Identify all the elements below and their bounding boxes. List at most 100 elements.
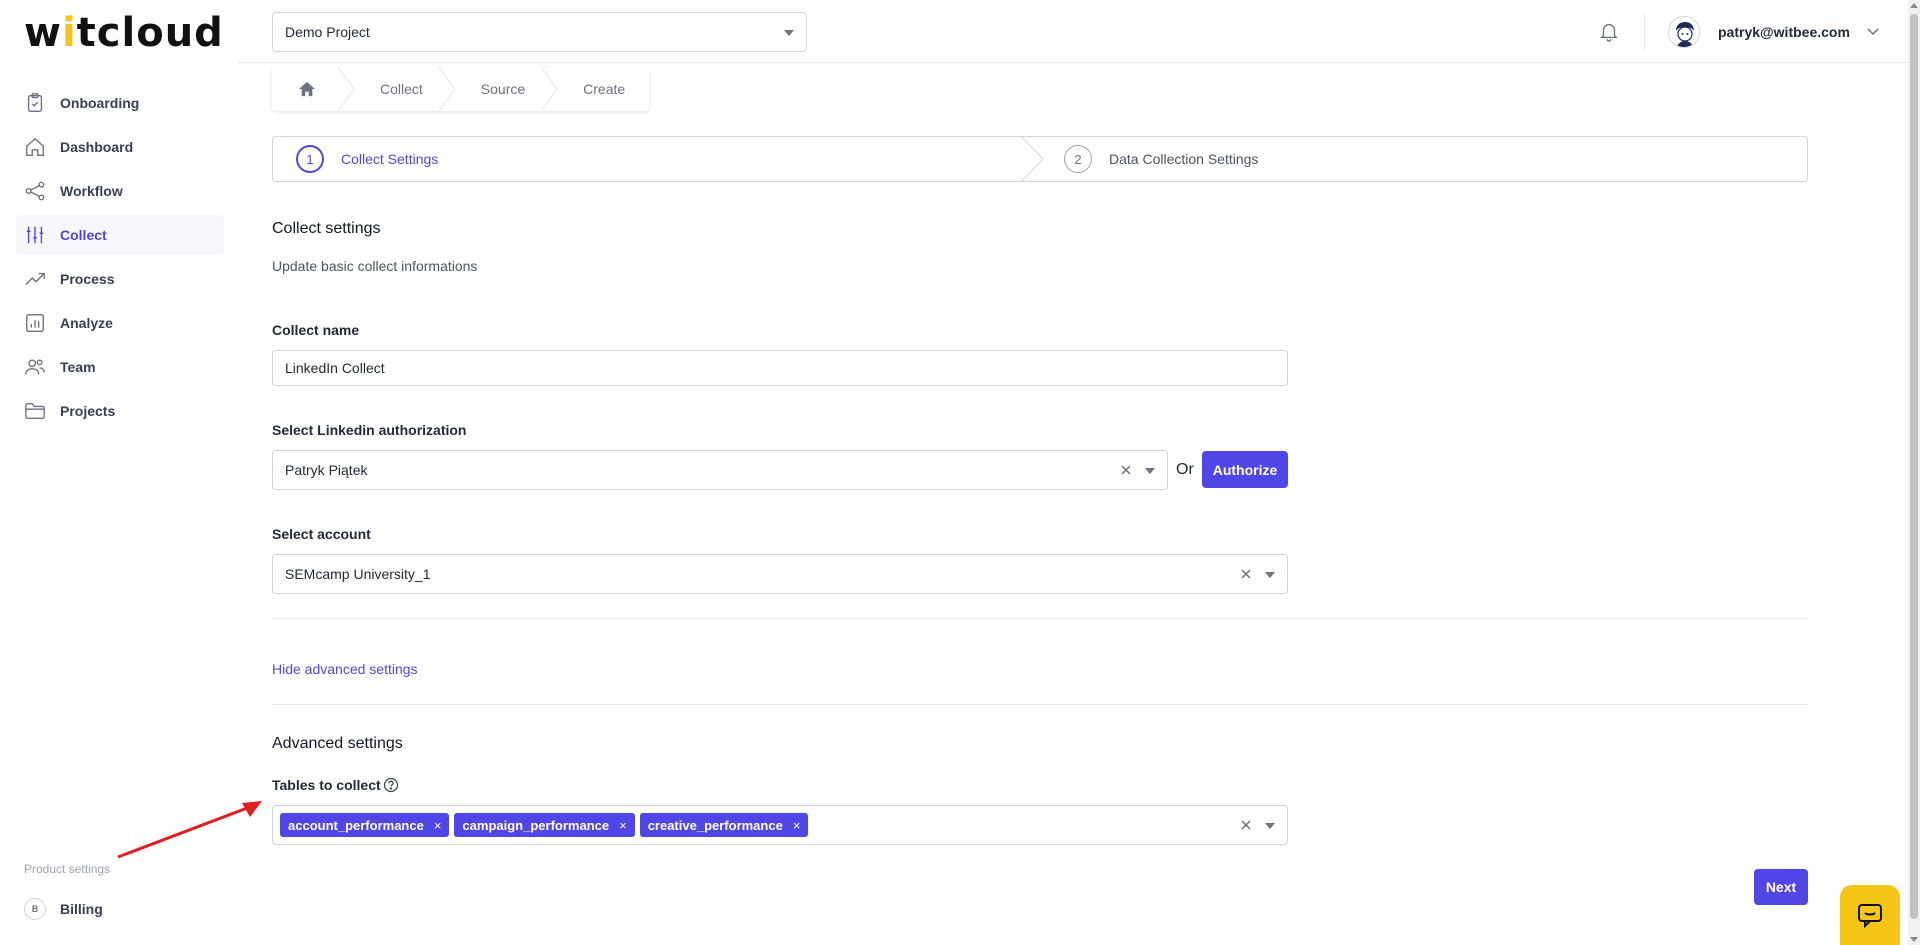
selected-tags: account_performance × campaign_performanc… bbox=[280, 813, 813, 837]
step-label: Collect Settings bbox=[341, 151, 439, 167]
tables-to-collect-label: Tables to collect bbox=[272, 777, 381, 793]
sidebar-nav: Onboarding Dashboard Workflow Collect Pr… bbox=[16, 83, 224, 435]
authorization-select-value: Patryk Piątek bbox=[285, 462, 368, 478]
product-settings-heading: Product settings bbox=[24, 862, 111, 876]
tag-remove-icon[interactable]: × bbox=[619, 818, 627, 833]
breadcrumb-source[interactable]: Source bbox=[447, 67, 558, 111]
sidebar-item-label: Workflow bbox=[60, 183, 123, 199]
caret-down-icon[interactable] bbox=[1265, 572, 1275, 578]
folder-icon bbox=[25, 402, 45, 420]
bar-chart-icon bbox=[26, 314, 44, 332]
stepper: 1 Collect Settings 2 Data Collection Set… bbox=[272, 136, 1808, 182]
sidebar-item-label: Dashboard bbox=[60, 139, 134, 155]
collect-name-input[interactable] bbox=[272, 350, 1288, 386]
account-select-value: SEMcamp University_1 bbox=[285, 566, 431, 582]
breadcrumb: Collect Source Create bbox=[272, 67, 650, 111]
sidebar-item-dashboard[interactable]: Dashboard bbox=[16, 127, 224, 167]
users-icon bbox=[25, 359, 45, 375]
project-select-value: Demo Project bbox=[285, 24, 370, 40]
sidebar-item-workflow[interactable]: Workflow bbox=[16, 171, 224, 211]
sidebar-item-label: Collect bbox=[60, 227, 107, 243]
step-label: Data Collection Settings bbox=[1109, 151, 1259, 167]
chat-icon bbox=[1858, 904, 1882, 929]
sidebar-item-label: Team bbox=[60, 359, 96, 375]
user-email[interactable]: patryk@witbee.com bbox=[1718, 24, 1850, 40]
scrollbar-thumb[interactable] bbox=[1910, 14, 1918, 919]
step-number: 1 bbox=[296, 145, 324, 173]
chat-widget-button[interactable] bbox=[1840, 885, 1900, 945]
next-button[interactable]: Next bbox=[1754, 869, 1808, 905]
bell-icon[interactable] bbox=[1598, 20, 1620, 42]
step-collect-settings[interactable]: 1 Collect Settings bbox=[296, 137, 438, 181]
breadcrumb-create[interactable]: Create bbox=[549, 67, 649, 111]
page-scrollbar[interactable] bbox=[1908, 0, 1920, 945]
tag-label: creative_performance bbox=[647, 817, 783, 833]
home-icon bbox=[299, 81, 315, 97]
tag-campaign-performance: campaign_performance × bbox=[454, 813, 635, 837]
sidebar-item-label: Analyze bbox=[60, 315, 113, 331]
sidebar-item-onboarding[interactable]: Onboarding bbox=[16, 83, 224, 123]
advanced-settings-title: Advanced settings bbox=[272, 735, 403, 752]
collect-name-label: Collect name bbox=[272, 322, 360, 338]
tag-remove-icon[interactable]: × bbox=[434, 818, 442, 833]
hide-advanced-settings-link[interactable]: Hide advanced settings bbox=[272, 661, 418, 677]
project-select[interactable]: Demo Project bbox=[272, 12, 807, 52]
section-divider bbox=[272, 618, 1808, 619]
sidebar-item-projects[interactable]: Projects bbox=[16, 391, 224, 431]
or-text: Or bbox=[1176, 461, 1194, 478]
trend-up-icon bbox=[25, 272, 45, 285]
chevron-down-icon[interactable] bbox=[1866, 24, 1880, 38]
sidebar-item-billing[interactable]: B Billing bbox=[24, 898, 103, 920]
tag-creative-performance: creative_performance × bbox=[639, 813, 809, 837]
tables-multiselect[interactable]: account_performance × campaign_performanc… bbox=[272, 805, 1288, 845]
sidebar-item-process[interactable]: Process bbox=[16, 259, 224, 299]
section-divider bbox=[272, 704, 1808, 705]
sidebar-item-label: Projects bbox=[60, 403, 116, 419]
clear-icon[interactable] bbox=[1119, 463, 1133, 477]
step-number: 2 bbox=[1064, 145, 1092, 173]
collect-settings-title: Collect settings bbox=[272, 220, 381, 237]
share-nodes-icon bbox=[25, 181, 45, 201]
breadcrumb-label: Source bbox=[480, 81, 526, 97]
sidebar-item-label: Onboarding bbox=[60, 95, 140, 111]
step-data-collection-settings[interactable]: 2 Data Collection Settings bbox=[1064, 137, 1258, 181]
caret-down-icon bbox=[784, 30, 794, 36]
collect-settings-description: Update basic collect informations bbox=[272, 258, 478, 274]
tag-remove-icon[interactable]: × bbox=[793, 818, 801, 833]
caret-down-icon[interactable] bbox=[1145, 468, 1155, 474]
breadcrumb-label: Create bbox=[583, 81, 626, 97]
breadcrumb-home[interactable] bbox=[272, 67, 354, 111]
home-icon bbox=[26, 137, 44, 156]
user-avatar-icon bbox=[1669, 17, 1699, 47]
scroll-down-arrow[interactable] bbox=[1910, 937, 1918, 942]
sidebar-item-analyze[interactable]: Analyze bbox=[16, 303, 224, 343]
sidebar-item-label: Billing bbox=[60, 901, 103, 917]
breadcrumb-label: Collect bbox=[380, 81, 423, 97]
authorize-button[interactable]: Authorize bbox=[1202, 451, 1288, 488]
header-separator bbox=[1644, 14, 1645, 50]
clipboard-check-icon bbox=[27, 93, 43, 112]
sidebar-item-label: Process bbox=[60, 271, 115, 287]
clear-icon[interactable] bbox=[1239, 818, 1253, 832]
annotation-arrow bbox=[117, 801, 262, 859]
top-header: Demo Project patryk@witbee.com bbox=[238, 0, 1908, 63]
help-circle-icon[interactable] bbox=[383, 777, 399, 793]
authorization-select[interactable]: Patryk Piątek bbox=[272, 450, 1168, 490]
billing-icon: B bbox=[24, 898, 46, 920]
step-divider-chevron bbox=[1021, 137, 1044, 181]
scroll-up-arrow[interactable] bbox=[1910, 3, 1918, 8]
account-select[interactable]: SEMcamp University_1 bbox=[272, 554, 1288, 594]
tag-label: campaign_performance bbox=[462, 817, 610, 833]
sidebar-item-team[interactable]: Team bbox=[16, 347, 224, 387]
avatar[interactable] bbox=[1668, 16, 1700, 48]
tag-account-performance: account_performance × bbox=[280, 813, 450, 837]
breadcrumb-collect[interactable]: Collect bbox=[346, 67, 455, 111]
account-label: Select account bbox=[272, 526, 371, 542]
authorization-label: Select Linkedin authorization bbox=[272, 422, 467, 438]
tag-label: account_performance bbox=[288, 817, 424, 833]
caret-down-icon[interactable] bbox=[1265, 823, 1275, 829]
sidebar-item-collect[interactable]: Collect bbox=[16, 215, 224, 255]
witcloud-logo[interactable]: witcloud bbox=[24, 10, 224, 56]
clear-icon[interactable] bbox=[1239, 567, 1253, 581]
sliders-icon bbox=[26, 226, 44, 244]
